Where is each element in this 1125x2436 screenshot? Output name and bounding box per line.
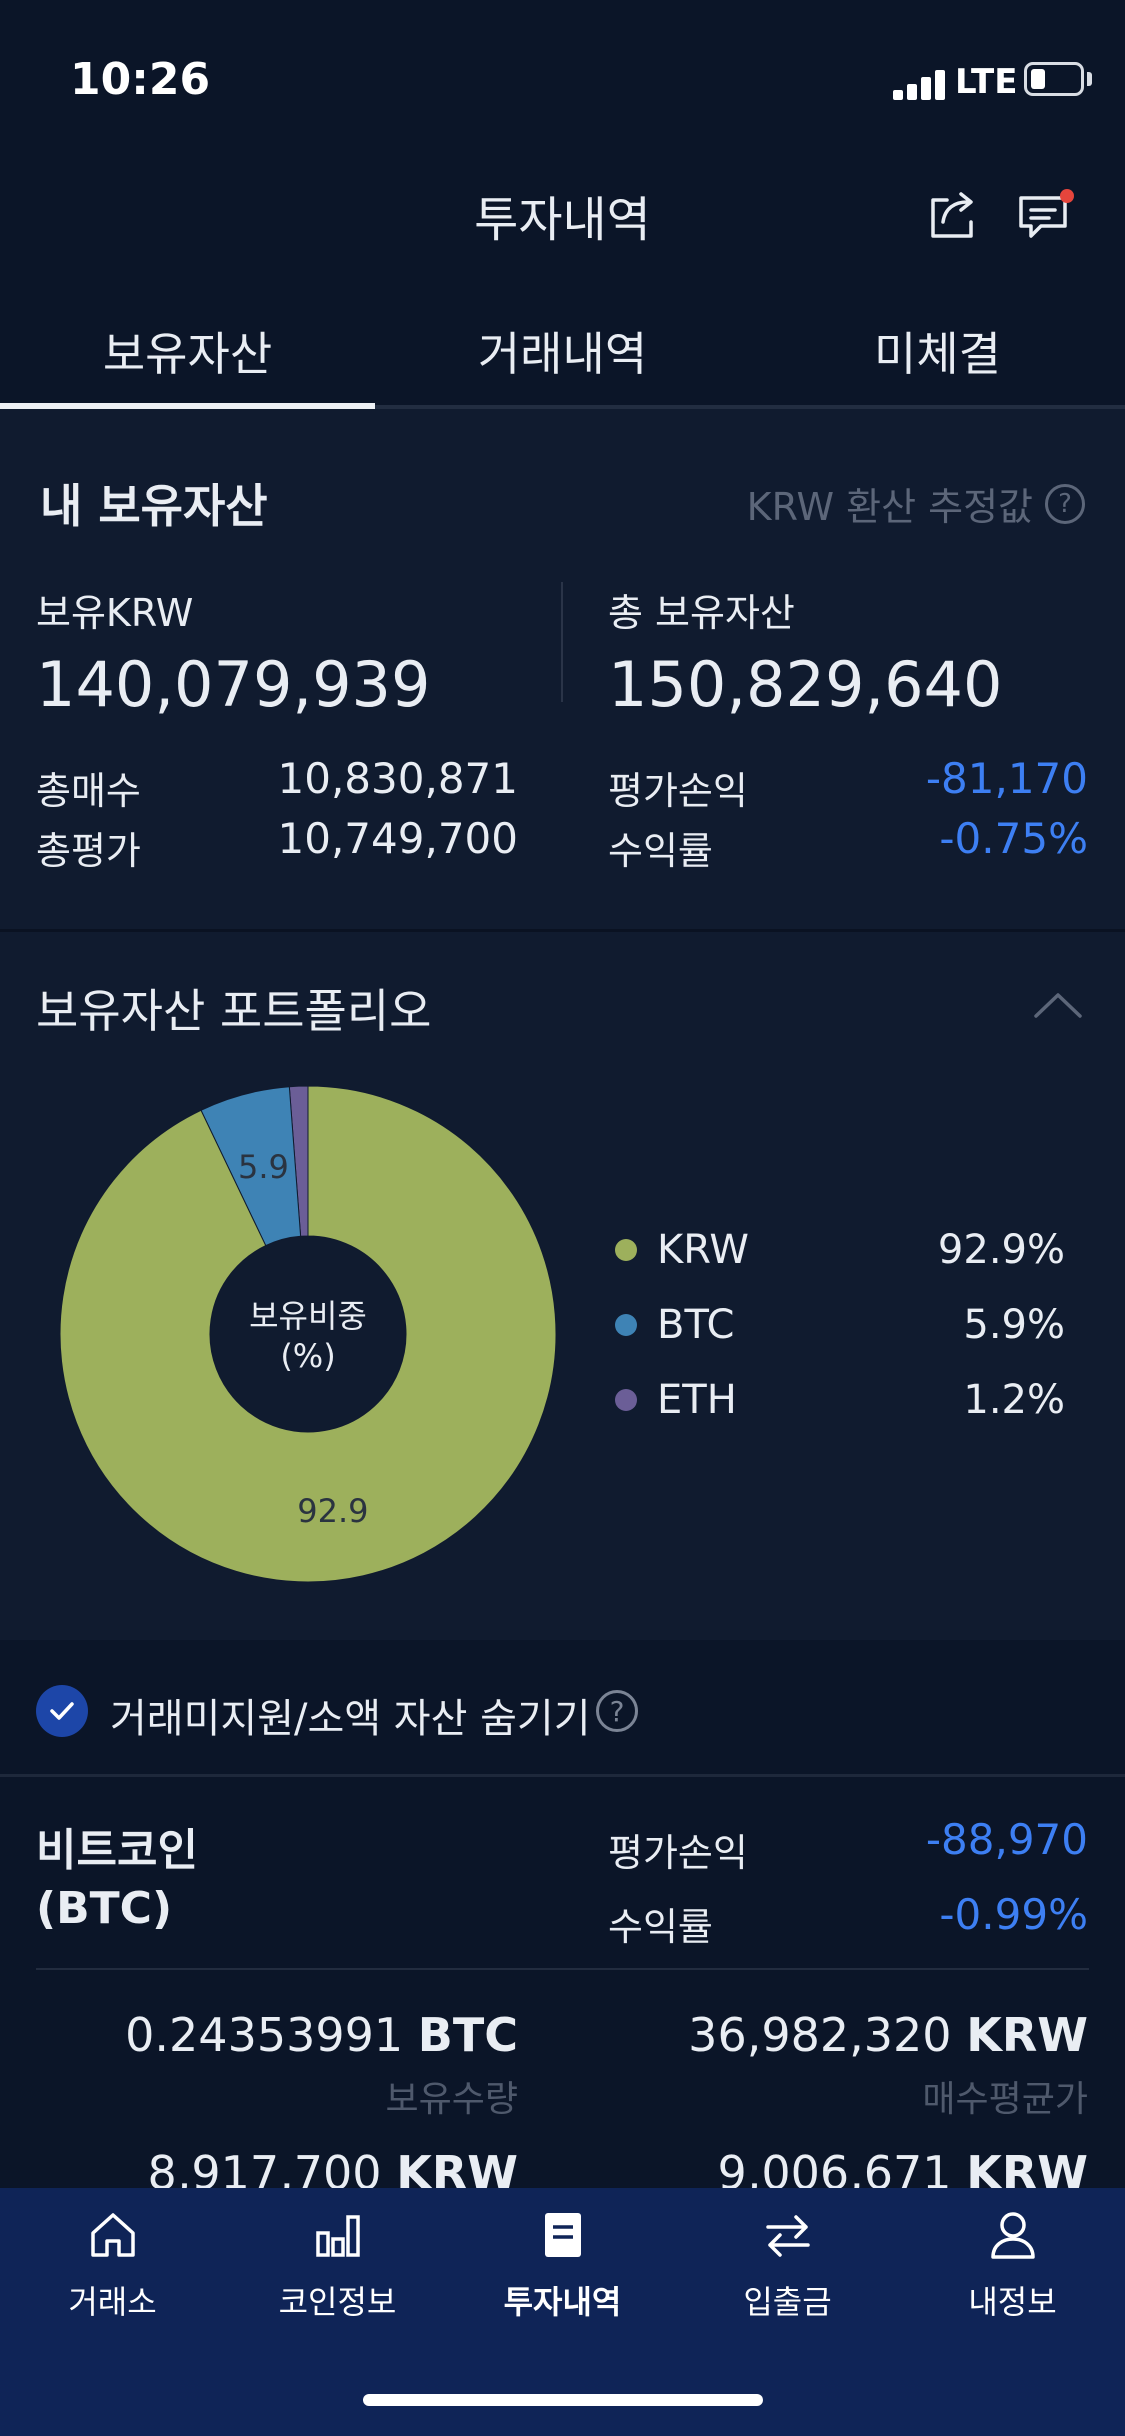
coin-return-label: 수익률 [608, 1905, 713, 1949]
document-icon [544, 2213, 581, 2257]
legend-label: ETH [657, 1377, 737, 1423]
legend-dot [615, 1239, 637, 1261]
bar-chart-icon [315, 2215, 360, 2257]
help-icon[interactable]: ? [596, 1690, 638, 1732]
krw-estimate-note[interactable]: KRW 환산 추정값 ? [747, 476, 1085, 531]
donut-data-label-btc: 5.9 [238, 1148, 289, 1186]
legend-item-btc: BTC 5.9% [615, 1295, 1065, 1355]
tab-trade-history[interactable]: 거래내역 [375, 318, 750, 384]
filter-divider [0, 1774, 1125, 1777]
legend-item-krw: KRW 92.9% [615, 1220, 1065, 1280]
coin-quantity: 0.24353991 BTC [36, 2008, 518, 2062]
legend-item-eth: ETH 1.2% [615, 1370, 1065, 1430]
coin-avg-price: 36,982,320 KRW [590, 2008, 1088, 2062]
total-buy-value: 10,830,871 [277, 754, 518, 803]
nav-label: 입출금 [743, 2283, 832, 2321]
legend-pct: 5.9% [963, 1302, 1065, 1348]
hide-small-assets-label[interactable]: 거래미지원/소액 자산 숨기기 [110, 1686, 591, 1744]
portfolio-donut-chart: 5.9 92.9 보유비중 (%) [59, 1085, 557, 1583]
network-label: LTE [955, 62, 1018, 102]
coin-avg-price-label: 매수평균가 [922, 2079, 1088, 2120]
coin-name-korean: 비트코인 [36, 1825, 198, 1876]
nav-label: 투자내역 [503, 2283, 622, 2321]
help-icon[interactable]: ? [1045, 483, 1085, 524]
total-assets-value: 150,829,640 [608, 648, 1003, 721]
my-assets-title: 내 보유자산 [40, 479, 268, 533]
battery-tip [1087, 72, 1092, 86]
nav-coin-info[interactable]: 코인정보 [225, 2205, 450, 2325]
coin-quantity-value: 0.24353991 [125, 2008, 404, 2062]
coin-avg-price-unit: KRW [966, 2008, 1088, 2062]
nav-deposit-withdraw[interactable]: 입출금 [675, 2205, 900, 2325]
pnl-label: 평가손익 [608, 769, 748, 813]
tab-holdings[interactable]: 보유자산 [0, 318, 375, 384]
share-icon[interactable] [927, 186, 983, 242]
coin-return-value: -0.99% [939, 1890, 1088, 1939]
check-icon [50, 1702, 74, 1720]
legend-pct: 1.2% [963, 1377, 1065, 1423]
coin-quantity-unit: BTC [417, 2008, 518, 2062]
coin-divider [36, 1968, 1089, 1970]
nav-label: 거래소 [68, 2283, 157, 2321]
total-assets-label: 총 보유자산 [608, 591, 795, 635]
donut-center-label: 보유비중 [249, 1297, 367, 1335]
user-icon [990, 2212, 1035, 2259]
total-buy-label: 총매수 [36, 769, 141, 813]
nav-label: 내정보 [968, 2283, 1057, 2321]
nav-label: 코인정보 [278, 2283, 397, 2321]
donut-data-label-krw: 92.9 [297, 1492, 368, 1530]
total-eval-value: 10,749,700 [277, 814, 518, 863]
krw-estimate-label: KRW 환산 추정값 [746, 485, 1033, 529]
portfolio-title: 보유자산 포트폴리오 [36, 984, 432, 1038]
legend-dot [615, 1314, 637, 1336]
hide-small-assets-checkbox[interactable] [36, 1685, 88, 1737]
home-indicator[interactable] [363, 2394, 763, 2406]
donut-center-unit: (%) [280, 1337, 335, 1375]
legend-pct: 92.9% [937, 1227, 1065, 1273]
transfer-icon [765, 2215, 810, 2257]
nav-investment-history[interactable]: 투자내역 [450, 2205, 675, 2325]
coin-quantity-label: 보유수량 [385, 2079, 518, 2120]
krw-value: 140,079,939 [36, 648, 431, 721]
signal-icon [893, 70, 945, 100]
pnl-value: -81,170 [925, 754, 1088, 803]
coin-avg-price-value: 36,982,320 [688, 2008, 952, 2062]
legend-dot [615, 1389, 637, 1411]
legend-label: KRW [657, 1227, 749, 1273]
coin-pnl-value: -88,970 [925, 1815, 1088, 1864]
return-value: -0.75% [939, 814, 1088, 863]
summary-divider [561, 582, 563, 702]
tab-unfilled[interactable]: 미체결 [750, 318, 1125, 384]
coin-name: 비트코인 (BTC) [36, 1822, 198, 1938]
krw-label: 보유KRW [36, 591, 194, 635]
nav-exchange[interactable]: 거래소 [0, 2205, 225, 2325]
coin-symbol: (BTC) [36, 1883, 173, 1934]
nav-my-info[interactable]: 내정보 [900, 2205, 1125, 2325]
return-label: 수익률 [608, 829, 713, 873]
home-icon [90, 2213, 135, 2257]
message-icon[interactable] [1015, 188, 1075, 244]
total-eval-label: 총평가 [36, 829, 141, 873]
battery-icon [1024, 62, 1084, 96]
coin-pnl-label: 평가손익 [608, 1831, 748, 1875]
status-time: 10:26 [70, 54, 211, 105]
chevron-up-icon[interactable] [1033, 990, 1083, 1020]
legend-label: BTC [657, 1302, 735, 1348]
